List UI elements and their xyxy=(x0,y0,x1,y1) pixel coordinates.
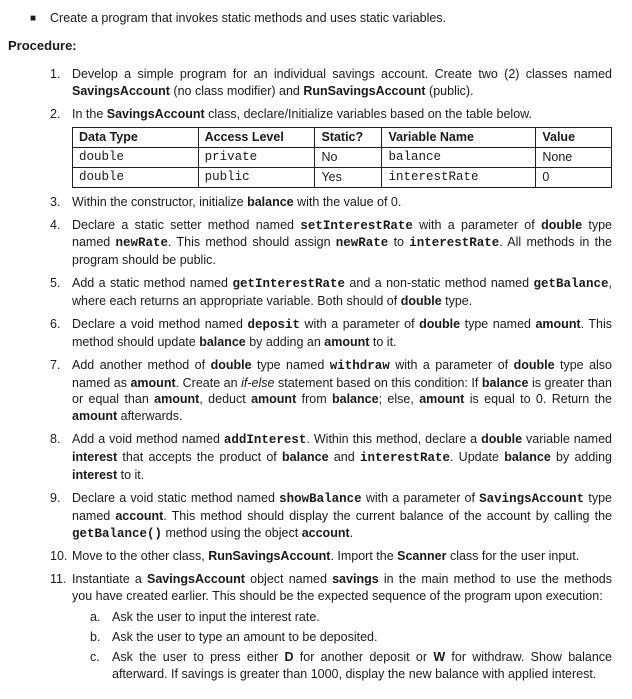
step-7: Add another method of double type named … xyxy=(50,357,612,426)
step-text: Within the constructor, initialize balan… xyxy=(72,195,401,209)
step-text: Declare a static setter method named set… xyxy=(72,218,612,268)
step-1: Develop a simple program for an individu… xyxy=(50,66,612,100)
procedure-heading: Procedure: xyxy=(8,37,612,55)
th-data-type: Data Type xyxy=(73,128,199,148)
substep-c: Ask the user to press either D for anoth… xyxy=(90,649,612,683)
substep-b: Ask the user to type an amount to be dep… xyxy=(90,629,612,646)
step-9: Declare a void static method named showB… xyxy=(50,490,612,543)
step-3: Within the constructor, initialize balan… xyxy=(50,194,612,211)
th-static: Static? xyxy=(315,128,382,148)
cell: Yes xyxy=(315,167,382,187)
table-header-row: Data Type Access Level Static? Variable … xyxy=(73,128,612,148)
cell: No xyxy=(315,147,382,167)
step-text: Add a static method named getInterestRat… xyxy=(72,276,612,308)
th-access-level: Access Level xyxy=(198,128,315,148)
substep-text: Ask the user to press either D for anoth… xyxy=(112,650,612,681)
th-variable-name: Variable Name xyxy=(382,128,536,148)
bullet-square-icon: ■ xyxy=(30,10,50,27)
step-text: Move to the other class, RunSavingsAccou… xyxy=(72,549,579,563)
step-6: Declare a void method named deposit with… xyxy=(50,316,612,351)
step-10: Move to the other class, RunSavingsAccou… xyxy=(50,548,612,565)
cell: double xyxy=(73,147,199,167)
step-text: Declare a void static method named showB… xyxy=(72,491,612,540)
top-bullet: ■ Create a program that invokes static m… xyxy=(30,10,612,27)
substep-text: Ask the user to type an amount to be dep… xyxy=(112,630,377,644)
table-row: double public Yes interestRate 0 xyxy=(73,167,612,187)
cell: public xyxy=(198,167,315,187)
variables-table: Data Type Access Level Static? Variable … xyxy=(72,127,612,188)
step-text: Develop a simple program for an individu… xyxy=(72,67,612,98)
substep-text: Ask the user to input the interest rate. xyxy=(112,610,320,624)
step-2: In the SavingsAccount class, declare/Ini… xyxy=(50,106,612,188)
bullet-text: Create a program that invokes static met… xyxy=(50,10,446,27)
sub-list: Ask the user to input the interest rate.… xyxy=(90,609,612,683)
th-value: Value xyxy=(536,128,612,148)
step-text: Instantiate a SavingsAccount object name… xyxy=(72,572,612,603)
cell: None xyxy=(536,147,612,167)
cell: balance xyxy=(382,147,536,167)
step-text: Add another method of double type named … xyxy=(72,358,612,424)
substep-a: Ask the user to input the interest rate. xyxy=(90,609,612,626)
cell: 0 xyxy=(536,167,612,187)
step-5: Add a static method named getInterestRat… xyxy=(50,275,612,310)
step-text: In the SavingsAccount class, declare/Ini… xyxy=(72,107,532,121)
step-text: Add a void method named addInterest. Wit… xyxy=(72,432,612,482)
step-text: Declare a void method named deposit with… xyxy=(72,317,612,349)
table-row: double private No balance None xyxy=(73,147,612,167)
cell: private xyxy=(198,147,315,167)
procedure-list: Develop a simple program for an individu… xyxy=(50,66,612,682)
step-4: Declare a static setter method named set… xyxy=(50,217,612,270)
cell: interestRate xyxy=(382,167,536,187)
cell: double xyxy=(73,167,199,187)
step-11: Instantiate a SavingsAccount object name… xyxy=(50,571,612,682)
step-8: Add a void method named addInterest. Wit… xyxy=(50,431,612,484)
